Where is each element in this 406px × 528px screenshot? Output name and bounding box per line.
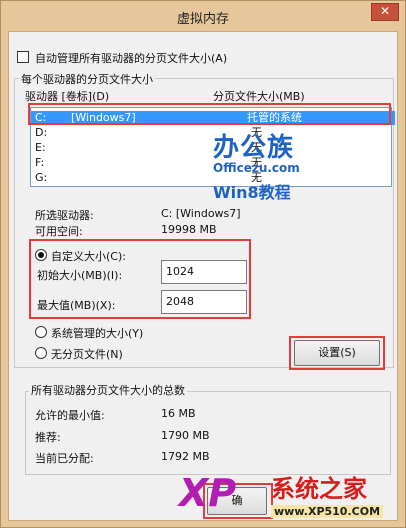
selected-drive-label: 所选驱动器: xyxy=(35,209,94,222)
xp-logo: XP xyxy=(179,471,237,515)
close-icon: ✕ xyxy=(379,4,391,18)
no-paging-label[interactable]: 无分页文件(N) xyxy=(51,346,123,362)
system-managed-radio[interactable] xyxy=(35,326,47,338)
currently-allocated-label: 当前已分配: xyxy=(35,452,94,465)
watermark-site: Officezu.com xyxy=(213,161,300,175)
xp-url: www.XP510.COM xyxy=(271,505,384,518)
highlight-frame-set-button xyxy=(289,336,385,370)
min-allowed-label: 允许的最小值: xyxy=(35,409,105,422)
drive-letter: F: xyxy=(35,156,45,169)
recommended-value: 1790 MB xyxy=(161,429,210,442)
system-managed-label[interactable]: 系统管理的大小(Y) xyxy=(51,325,143,341)
drives-group-title: 每个驱动器的分页文件大小 xyxy=(19,71,155,87)
no-paging-radio[interactable] xyxy=(35,347,47,359)
watermark-bangongzu: 办公族 xyxy=(213,133,295,163)
free-space-value: 19998 MB xyxy=(161,223,217,236)
totals-group-title: 所有驱动器分页文件大小的总数 xyxy=(29,382,187,398)
free-space-label: 可用空间: xyxy=(35,225,83,238)
virtual-memory-dialog: 虚拟内存 ✕ 自动管理所有驱动器的分页文件大小(A) 每个驱动器的分页文件大小 … xyxy=(0,0,406,528)
drive-letter: G: xyxy=(35,171,48,184)
window-title: 虚拟内存 xyxy=(176,12,229,27)
xp-system-home: 系统之家 xyxy=(271,475,367,503)
drive-letter: E: xyxy=(35,141,46,154)
drive-letter: D: xyxy=(35,126,48,139)
title-bar[interactable]: 虚拟内存 ✕ xyxy=(1,1,405,31)
watermark-xp510: XP 系统之家 www.XP510.COM xyxy=(179,467,406,528)
min-allowed-value: 16 MB xyxy=(161,407,196,420)
auto-manage-checkbox[interactable] xyxy=(17,51,29,63)
column-header-drive[interactable]: 驱动器 [卷标](D) xyxy=(25,88,109,104)
currently-allocated-value: 1792 MB xyxy=(161,450,210,463)
watermark-win8: Win8教程 xyxy=(213,183,291,202)
recommended-label: 推荐: xyxy=(35,431,61,444)
auto-manage-label[interactable]: 自动管理所有驱动器的分页文件大小(A) xyxy=(35,50,227,66)
selected-drive-value: C: [Windows7] xyxy=(161,207,241,220)
column-header-size[interactable]: 分页文件大小(MB) xyxy=(213,88,305,104)
highlight-frame-custom-size xyxy=(29,239,251,319)
close-button[interactable]: ✕ xyxy=(371,3,399,21)
highlight-frame-selected-row xyxy=(28,103,391,125)
